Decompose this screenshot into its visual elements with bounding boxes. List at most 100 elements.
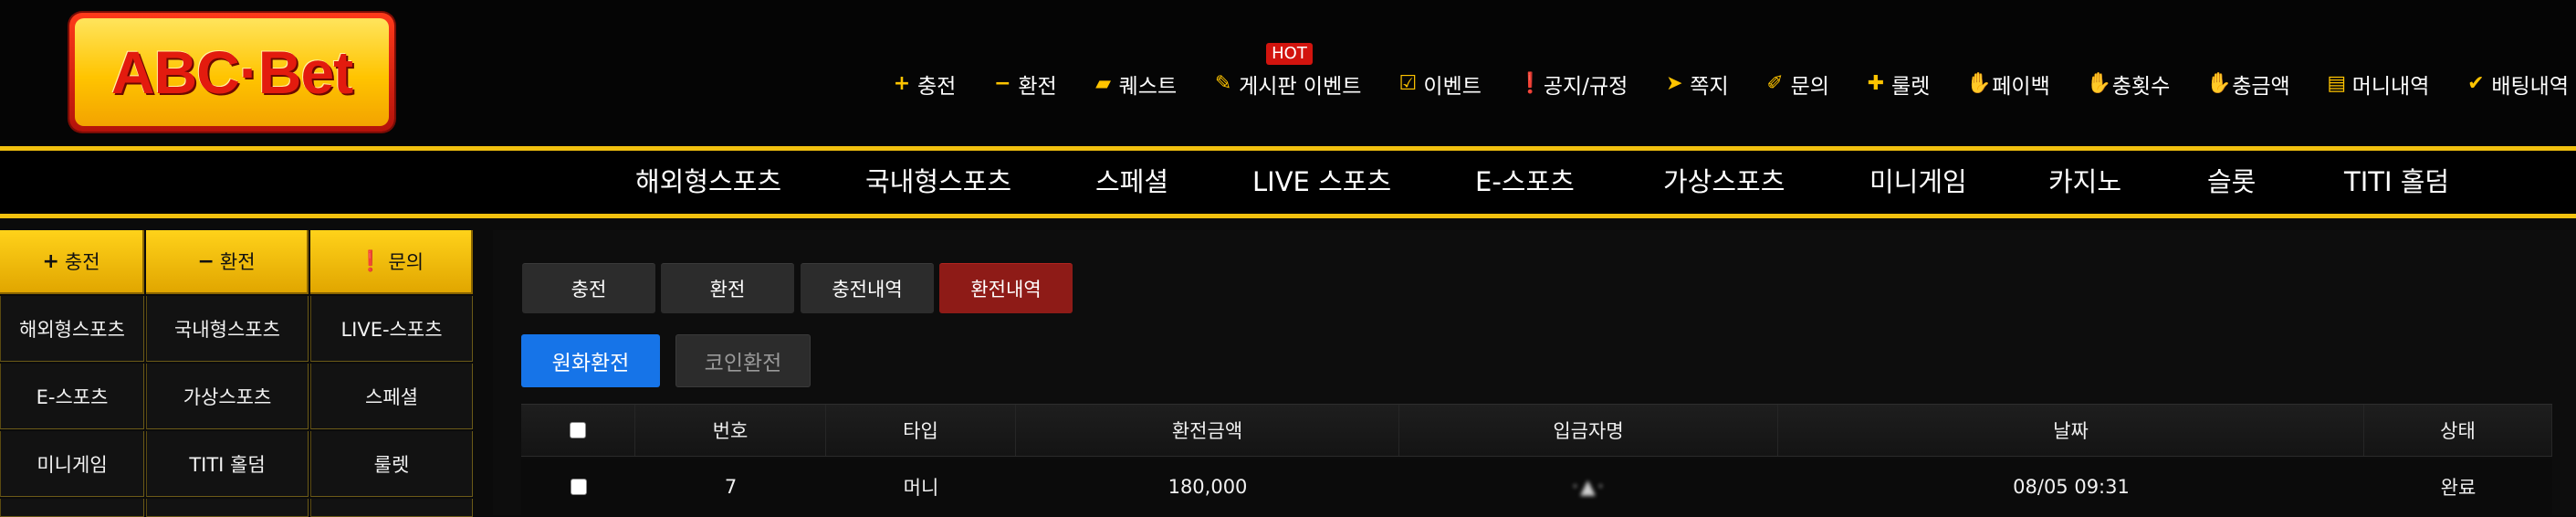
top-menu-label: 퀘스트: [1118, 75, 1178, 99]
sidebar-grid-item-1[interactable]: 국내형스포츠: [146, 296, 309, 362]
top-menu-item-6[interactable]: ➤ 쪽지: [1664, 69, 1729, 100]
top-menu-item-7[interactable]: ✐ 문의: [1765, 69, 1829, 100]
main-nav-item-5[interactable]: 가상스포츠: [1663, 151, 1785, 214]
sub-tab-1[interactable]: 코인환전: [675, 334, 811, 387]
info-icon: ❗: [1517, 72, 1544, 95]
gift-icon: ✚: [1867, 72, 1885, 95]
top-menu: + 충전 − 환전 ▰ 퀘스트 ✎ 게시판 이벤트 HOT ☑ 이벤트 ❗ 공지/규정 ➤ 쪽지 ✐ 문의 ✚ 룰렛…: [892, 43, 2569, 102]
plus-icon: +: [893, 72, 911, 95]
hot-badge: HOT: [1266, 43, 1313, 65]
row-cell-checkbox[interactable]: [521, 459, 635, 515]
table-row: 7 머니 180,000 ·▲· 08/05 09:31 완료: [521, 459, 2552, 515]
hand-coin-icon: ✋: [2086, 72, 2112, 95]
hand-coin-icon: ✋: [1966, 72, 1992, 95]
row-cell-date: 08/05 09:31: [2013, 476, 2130, 498]
sidebar-grid-item-partial[interactable]: [146, 499, 309, 517]
sidebar-grid-item-partial[interactable]: [310, 499, 473, 517]
board-icon: ✎: [1214, 72, 1232, 95]
sidebar-top-label: 환전: [219, 251, 256, 273]
header-cell-4: 입금자명: [1399, 405, 1778, 456]
top-menu-item-3[interactable]: ✎ 게시판 이벤트 HOT: [1213, 43, 1362, 100]
logo-text: ABC·Bet: [75, 18, 389, 126]
top-menu-item-5[interactable]: ❗ 공지/규정: [1518, 69, 1628, 100]
top-menu-label: 환전: [1018, 75, 1057, 99]
top-menu-item-12[interactable]: ▤ 머니내역: [2327, 69, 2430, 100]
top-menu-label: 충금액: [2232, 75, 2290, 99]
sidebar-grid-item-8[interactable]: 룰렛: [310, 431, 473, 497]
sidebar-top-button-1[interactable]: − 환전: [146, 230, 309, 294]
header-cell-0[interactable]: [521, 405, 635, 456]
top-header: ABC·Bet + 충전 − 환전 ▰ 퀘스트 ✎ 게시판 이벤트 HOT ☑ 이벤트 ❗ 공지/규정 ➤…: [0, 0, 2576, 146]
top-menu-label: 충횟수: [2111, 75, 2171, 99]
top-menu-item-2[interactable]: ▰ 퀘스트: [1094, 69, 1177, 100]
top-menu-label: 게시판 이벤트: [1239, 75, 1362, 99]
site-logo[interactable]: ABC·Bet: [69, 13, 394, 132]
top-menu-label: 쪽지: [1690, 75, 1729, 99]
plus-icon: +: [42, 249, 59, 273]
depositor-name: ·▲·: [1572, 475, 1606, 499]
main-nav-item-1[interactable]: 국내형스포츠: [865, 151, 1011, 214]
sidebar-grid-item-7[interactable]: TITI 홀덤: [146, 431, 309, 497]
tab-3[interactable]: 환전내역: [939, 263, 1073, 313]
main-nav-item-2[interactable]: 스페셜: [1095, 151, 1168, 214]
top-menu-label: 이벤트: [1423, 75, 1482, 99]
top-menu-item-9[interactable]: ✋ 페이백: [1966, 69, 2049, 100]
quest-icon: ▰: [1095, 72, 1112, 95]
row-cell-no: 7: [724, 476, 738, 498]
top-menu-item-1[interactable]: − 환전: [992, 69, 1057, 100]
sidebar-top-label: 충전: [64, 251, 100, 273]
sidebar-top-button-0[interactable]: + 충전: [0, 230, 144, 294]
main-nav-item-3[interactable]: LIVE 스포츠: [1252, 151, 1391, 214]
paper-plane-icon: ➤: [1666, 72, 1683, 95]
top-menu-label: 머니내역: [2351, 75, 2430, 99]
main-nav-item-8[interactable]: 슬롯: [2207, 151, 2256, 214]
tab-0[interactable]: 충전: [522, 263, 655, 313]
main-nav-item-0[interactable]: 해외형스포츠: [635, 151, 781, 214]
top-menu-item-10[interactable]: ✋ 충횟수: [2087, 69, 2170, 100]
minus-icon: −: [197, 249, 215, 273]
clipboard-icon: ▤: [2327, 72, 2347, 95]
row-cell-name: ·▲·: [1399, 459, 1778, 515]
tab-2[interactable]: 충전내역: [801, 263, 934, 313]
row-checkbox[interactable]: [570, 479, 587, 495]
sidebar-grid-item-4[interactable]: 가상스포츠: [146, 364, 309, 429]
sidebar-top-button-2[interactable]: ❗ 문의: [310, 230, 473, 294]
row-cell-status: 완료: [2440, 477, 2477, 499]
tab-1[interactable]: 환전: [661, 263, 794, 313]
top-menu-item-0[interactable]: + 충전: [892, 69, 957, 100]
header-cell-2: 타입: [826, 405, 1016, 456]
sidebar-top-label: 문의: [388, 251, 424, 273]
main-nav-item-7[interactable]: 카지노: [2048, 151, 2121, 214]
sidebar: + 충전 − 환전 ❗ 문의 해외형스포츠 국내형스포츠 LIVE-스포츠 E-스포츠 가상스포츠 스…: [0, 230, 475, 517]
top-menu-label: 배팅내역: [2491, 75, 2569, 99]
main-nav-item-9[interactable]: TITI 홀덤: [2344, 151, 2449, 214]
main-nav-item-6[interactable]: 미니게임: [1869, 151, 1967, 214]
top-menu-label: 문의: [1790, 75, 1829, 99]
top-menu-item-8[interactable]: ✚ 룰렛: [1866, 69, 1931, 100]
sidebar-grid-item-2[interactable]: LIVE-스포츠: [310, 296, 473, 362]
top-menu-label: 페이백: [1992, 75, 2050, 99]
main-nav-item-4[interactable]: E-스포츠: [1475, 151, 1575, 214]
sidebar-grid-item-5[interactable]: 스페셜: [310, 364, 473, 429]
select-all-checkbox[interactable]: [570, 422, 586, 438]
calendar-check-icon: ☑: [1398, 72, 1418, 95]
row-cell-amount: 180,000: [1168, 476, 1248, 498]
header-cell-1: 번호: [635, 405, 826, 456]
edit-icon: ✐: [1766, 72, 1784, 95]
header-cell-3: 환전금액: [1016, 405, 1399, 456]
sidebar-grid-item-3[interactable]: E-스포츠: [0, 364, 144, 429]
row-cell-type: 머니: [903, 477, 939, 499]
sub-tab-0[interactable]: 원화환전: [521, 334, 660, 387]
top-menu-item-4[interactable]: ☑ 이벤트: [1398, 69, 1482, 100]
info-icon: ❗: [357, 249, 383, 273]
top-menu-label: 충전: [916, 75, 957, 99]
top-menu-item-13[interactable]: ✔ 배팅내역: [2466, 69, 2569, 100]
nav-divider-bottom: [0, 214, 2576, 218]
main-nav: 해외형스포츠 국내형스포츠 스페셜 LIVE 스포츠 E-스포츠 가상스포츠 미니게임 카지노…: [0, 151, 2576, 214]
sidebar-grid-item-6[interactable]: 미니게임: [0, 431, 144, 497]
sidebar-grid-item-partial[interactable]: [0, 499, 144, 517]
hand-coin-icon: ✋: [2206, 72, 2232, 95]
top-menu-label: 공지/규정: [1543, 75, 1628, 99]
sidebar-grid-item-0[interactable]: 해외형스포츠: [0, 296, 144, 362]
top-menu-item-11[interactable]: ✋ 충금액: [2206, 69, 2289, 100]
